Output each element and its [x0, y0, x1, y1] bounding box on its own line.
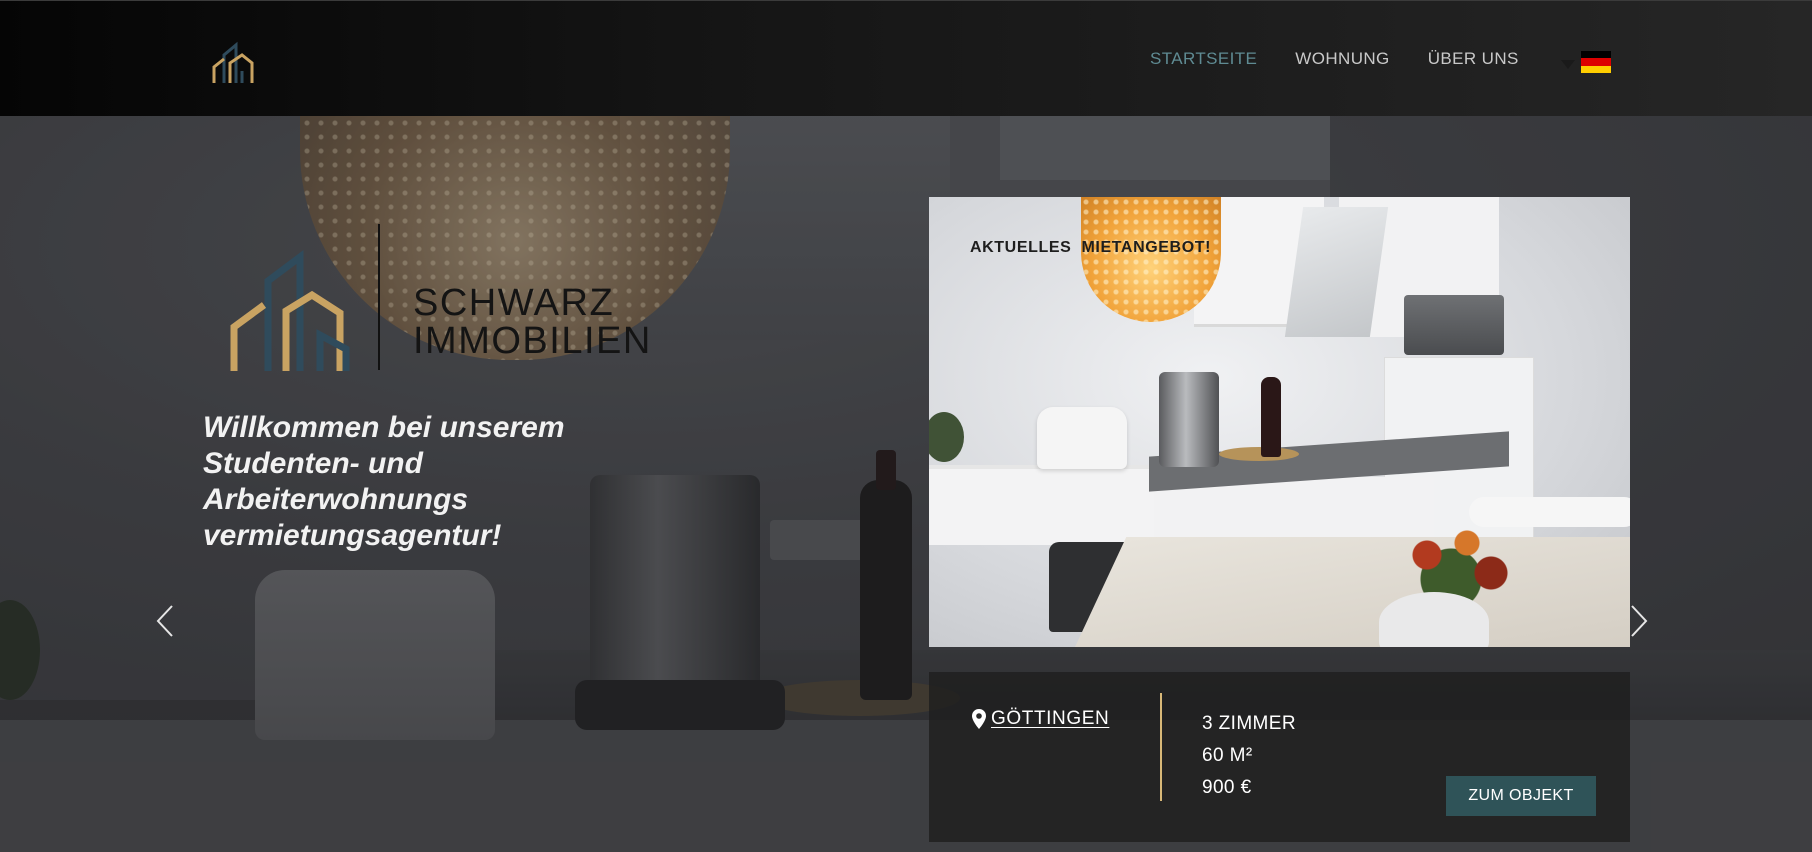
photo-toaster [1037, 407, 1127, 469]
german-flag-icon [1581, 51, 1611, 73]
info-divider [1160, 693, 1162, 801]
photo-shelf [929, 465, 1159, 545]
offer-label: AKTUELLES MIETANGEBOT! [970, 239, 1212, 256]
location-label: GÖTTINGEN [991, 708, 1110, 729]
spec-rooms: 3 ZIMMER [1202, 713, 1296, 734]
photo-table [1051, 537, 1630, 647]
brand-name: SCHWARZ IMMOBILIEN [413, 284, 652, 360]
schwarz-immobilien-logo-icon [230, 250, 350, 371]
nav-logo-icon[interactable] [210, 33, 258, 85]
brand-name-line1: SCHWARZ [413, 282, 615, 324]
photo-coffee-machine [1159, 372, 1219, 467]
brand-divider [378, 224, 380, 370]
offer-specs: 3 ZIMMER 60 M² 900 € [1202, 708, 1296, 804]
top-navbar: STARTSEITE WOHNUNG ÜBER UNS [0, 0, 1812, 116]
offer-photo[interactable]: AKTUELLES MIETANGEBOT! [929, 197, 1630, 647]
photo-tray [1219, 447, 1299, 461]
main-nav: STARTSEITE WOHNUNG ÜBER UNS [1150, 49, 1519, 69]
brand-block: SCHWARZ IMMOBILIEN [228, 224, 688, 374]
brand-name-line2: IMMOBILIEN [413, 320, 652, 362]
photo-wine-bottle [1261, 377, 1281, 457]
language-switcher[interactable] [1561, 51, 1611, 73]
offer-info-panel: GÖTTINGEN 3 ZIMMER 60 M² 900 € ZUM OBJEK… [929, 672, 1630, 842]
map-pin-icon [972, 709, 986, 729]
spec-price: 900 € [1202, 777, 1252, 798]
photo-microwave [1404, 295, 1504, 355]
zum-objekt-button[interactable]: ZUM OBJEKT [1446, 776, 1596, 816]
nav-item-startseite[interactable]: STARTSEITE [1150, 49, 1257, 69]
caret-down-icon [1561, 59, 1575, 69]
nav-item-ueber-uns[interactable]: ÜBER UNS [1428, 49, 1519, 69]
spec-area: 60 M² [1202, 745, 1253, 766]
chevron-left-icon [156, 605, 173, 637]
welcome-heading: Willkommen bei unserem Studenten- und Ar… [203, 411, 565, 552]
carousel-prev-button[interactable] [150, 604, 184, 638]
nav-item-wohnung[interactable]: WOHNUNG [1295, 49, 1389, 69]
photo-vase [1379, 592, 1489, 647]
location-link[interactable]: GÖTTINGEN [971, 708, 1109, 730]
